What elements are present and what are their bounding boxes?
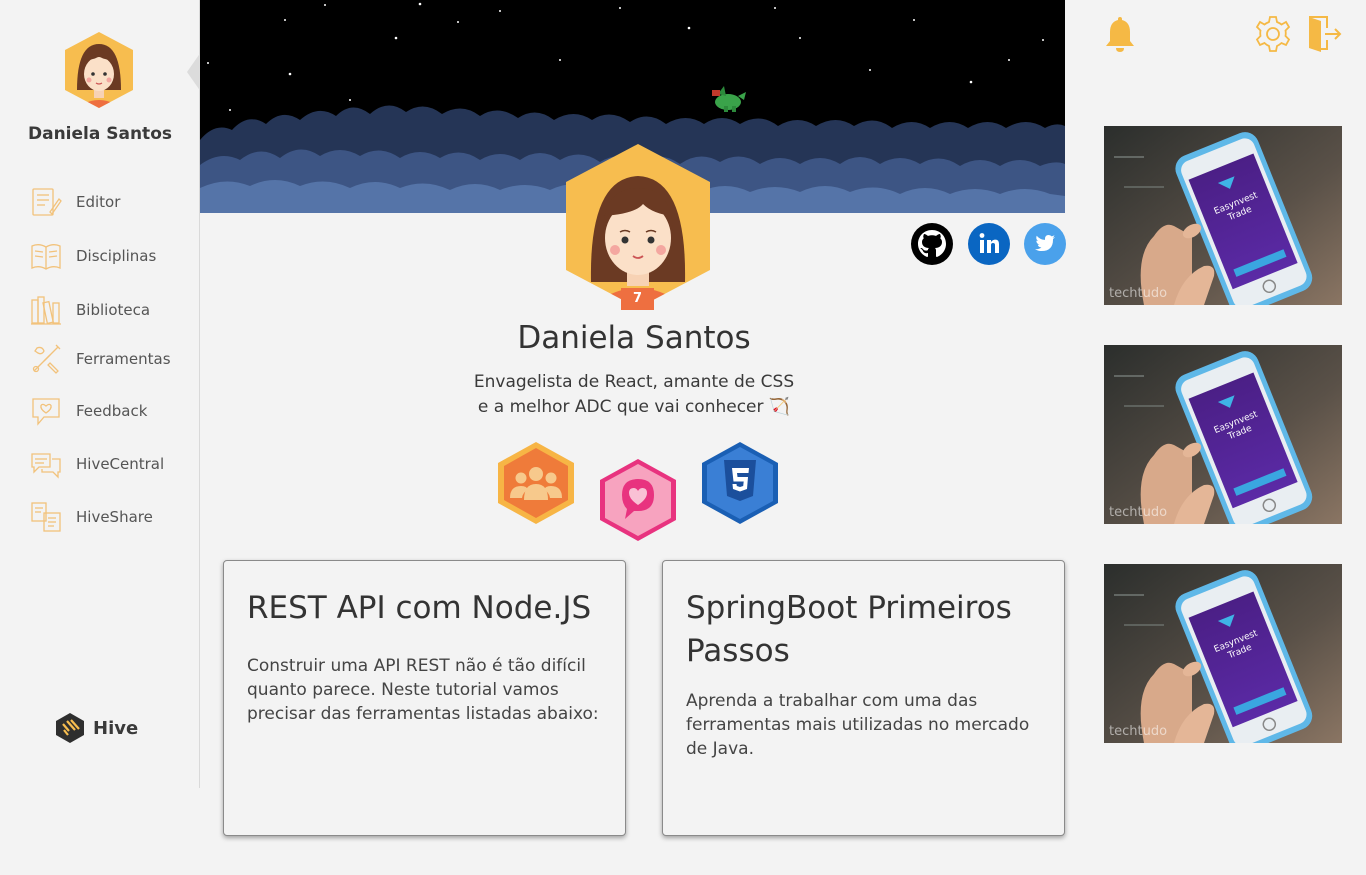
logout-icon[interactable] [1307,15,1343,53]
promo-thumbnail[interactable]: Easynvest Trade techtudo [1104,345,1342,524]
sidebar: Daniela Santos Editor Disciplinas Biblio… [0,0,201,788]
sidebar-item-ferramentas[interactable]: Ferramentas [30,342,171,376]
bio-line: e a melhor ADC que vai conhecer 🏹 [477,397,791,417]
github-icon[interactable] [911,223,953,265]
sidebar-item-label: HiveCentral [76,455,165,473]
profile-avatar[interactable] [563,142,713,310]
sidebar-item-label: Feedback [76,402,148,420]
sidebar-item-biblioteca[interactable]: Biblioteca [30,293,150,327]
linkedin-icon[interactable] [968,223,1010,265]
library-icon [31,296,61,325]
editor-icon [32,188,62,216]
css3-badge[interactable] [700,440,780,526]
profile-bio: Envagelista de React, amante de CSS e a … [434,370,834,420]
heart-chat-badge[interactable] [598,457,678,543]
tutorial-card[interactable]: SpringBoot Primeiros Passos Aprenda a tr… [662,560,1065,836]
community-badge[interactable] [496,440,576,526]
sidebar-item-feedback[interactable]: Feedback [30,394,147,428]
promo-thumbnail[interactable]: Easynvest Trade techtudo [1104,126,1342,305]
tutorial-card[interactable]: REST API com Node.JS Construir uma API R… [223,560,626,836]
sidebar-item-label: Biblioteca [76,301,151,319]
sidebar-item-label: Editor [76,193,121,211]
share-icon [31,502,61,532]
thumbnail-watermark: techtudo [1109,286,1168,301]
sidebar-item-hivecentral[interactable]: HiveCentral [30,447,164,481]
thumbnail-watermark: techtudo [1109,505,1168,520]
collapse-arrow-icon[interactable] [187,52,201,92]
card-title: REST API com Node.JS [247,590,592,626]
phone-photo-image: Easynvest Trade [1104,564,1342,743]
hive-logo-icon [56,713,84,743]
phone-photo-image: Easynvest Trade [1104,345,1342,524]
brand-name: Hive [93,717,139,739]
card-description: Aprenda a trabalhar com uma das ferramen… [686,691,1030,759]
card-title: SpringBoot Primeiros Passos [686,590,1012,669]
chat-icon [31,453,61,479]
sidebar-item-label: Disciplinas [76,247,157,265]
sidebar-item-label: HiveShare [76,508,153,526]
notification-bell-icon[interactable] [1103,15,1137,53]
sidebar-item-disciplinas[interactable]: Disciplinas [30,239,156,273]
promo-thumbnail[interactable]: Easynvest Trade techtudo [1104,564,1342,743]
phone-photo-image: Easynvest Trade [1104,126,1342,305]
card-description: Construir uma API REST não é tão difícil… [247,656,599,724]
feedback-icon [32,398,60,426]
thumbnail-watermark: techtudo [1109,724,1168,739]
bio-line: Envagelista de React, amante de CSS [473,372,795,392]
twitter-icon[interactable] [1024,223,1066,265]
sidebar-user-name: Daniela Santos [27,124,172,144]
user-avatar[interactable] [63,30,135,110]
sidebar-item-editor[interactable]: Editor [30,185,120,219]
tools-icon [32,344,61,374]
profile-name: Daniela Santos [517,320,751,356]
sidebar-item-label: Ferramentas [76,350,171,368]
book-icon [31,244,61,270]
settings-gear-icon[interactable] [1254,15,1292,53]
brand-logo[interactable]: Hive [55,712,138,744]
level-badge: 7 [621,288,654,310]
sidebar-item-hiveshare[interactable]: HiveShare [30,500,153,534]
